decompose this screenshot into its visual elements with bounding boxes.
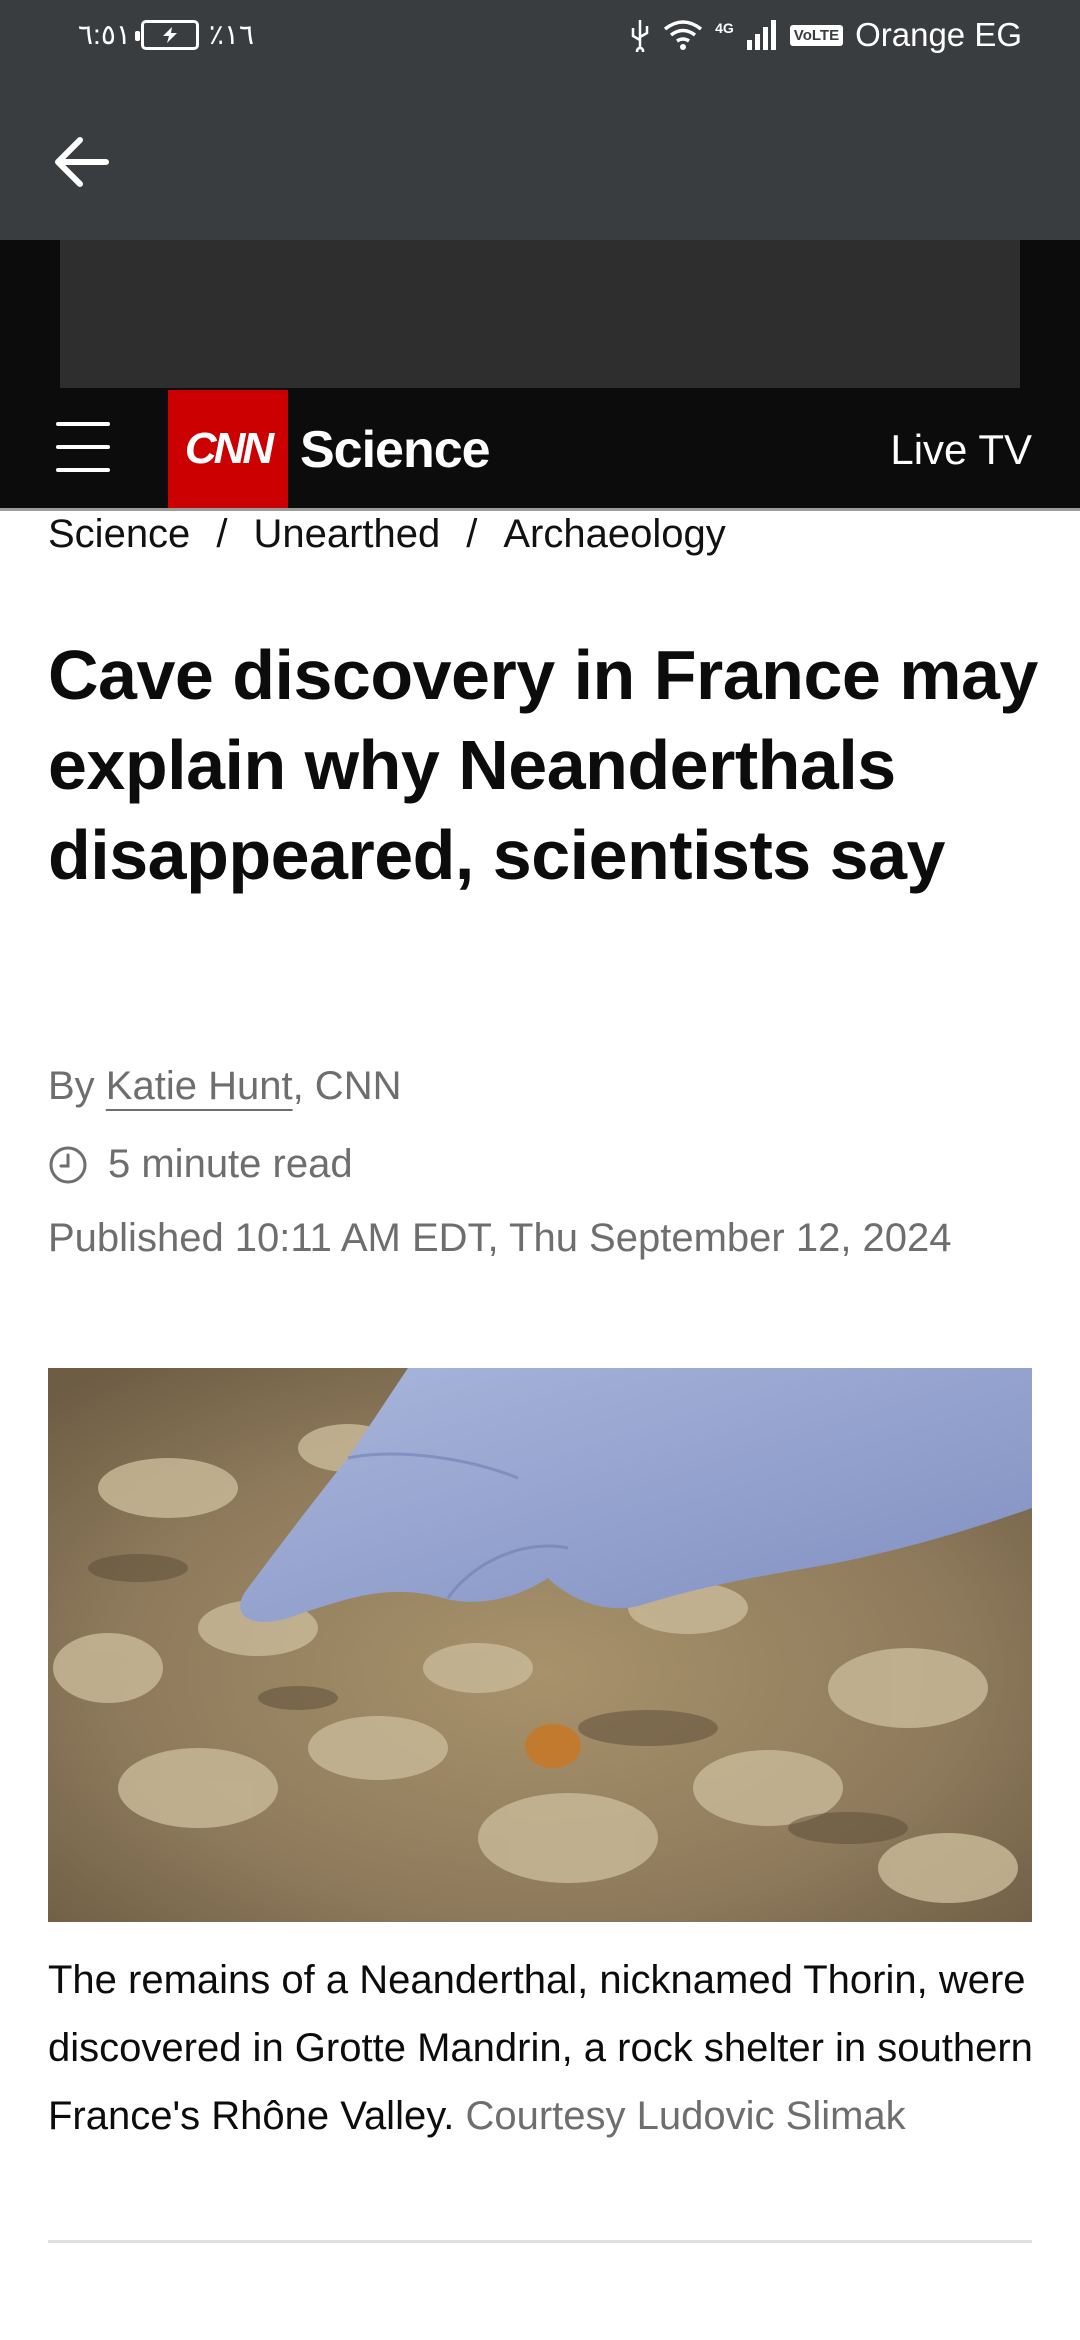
wifi-icon <box>664 20 703 50</box>
read-time: 5 minute read <box>48 1142 353 1187</box>
volte-badge: VoLTE <box>789 24 844 46</box>
live-tv-link[interactable]: Live TV <box>890 426 1032 474</box>
read-time-text: 5 minute read <box>108 1142 353 1186</box>
cnn-logo-text: CNN <box>184 424 274 473</box>
byline: By Katie Hunt, CNN <box>48 1064 401 1109</box>
clock-icon <box>49 1146 87 1183</box>
ad-slot <box>60 240 1020 388</box>
article-photo-image <box>48 1368 1032 1922</box>
back-button[interactable] <box>44 124 120 200</box>
app-bar <box>0 74 1080 240</box>
back-arrow-icon <box>55 137 109 187</box>
photo-credit: Courtesy Ludovic Slimak <box>465 2094 906 2138</box>
author-link[interactable]: Katie Hunt <box>106 1064 293 1108</box>
breadcrumb-science[interactable]: Science <box>48 512 190 557</box>
article-photo[interactable] <box>48 1368 1032 1922</box>
caption-divider <box>48 2240 1032 2243</box>
section-title[interactable]: Science <box>300 420 491 480</box>
breadcrumb-separator: / <box>216 512 228 556</box>
breadcrumb-unearthed[interactable]: Unearthed <box>253 512 440 557</box>
published-date: Published 10:11 AM EDT, Thu September 12… <box>48 1216 952 1260</box>
status-right: 4G VoLTE Orange EG <box>629 16 1022 54</box>
byline-suffix: , CNN <box>292 1064 402 1108</box>
status-bar: ٦:٥١ ٪١٦ 4G VoLTE Orange EG <box>0 0 1080 74</box>
breadcrumb: Science / Unearthed / Archaeology <box>48 512 726 557</box>
photo-caption: The remains of a Neanderthal, nicknamed … <box>48 1946 1038 2150</box>
status-left: ٦:٥١ ٪١٦ <box>78 18 254 51</box>
header-divider <box>0 508 1080 511</box>
usb-icon <box>631 20 649 52</box>
carrier-name: Orange EG <box>855 16 1022 53</box>
menu-icon[interactable] <box>56 420 110 474</box>
nav-row: CNN Science Live TV <box>0 390 1080 508</box>
byline-prefix: By <box>48 1064 106 1108</box>
cnn-header: CNN Science Live TV <box>0 240 1080 508</box>
breadcrumb-separator: / <box>466 512 478 556</box>
article-headline: Cave discovery in France may explain why… <box>48 636 1038 894</box>
battery-icon <box>134 19 199 50</box>
status-time: ٦:٥١ <box>78 19 131 50</box>
cnn-logo[interactable]: CNN <box>168 390 288 508</box>
battery-percent: ٪١٦ <box>208 19 255 50</box>
signal-icon <box>746 20 776 50</box>
breadcrumb-archaeology[interactable]: Archaeology <box>503 512 725 557</box>
network-label: 4G <box>715 20 734 36</box>
